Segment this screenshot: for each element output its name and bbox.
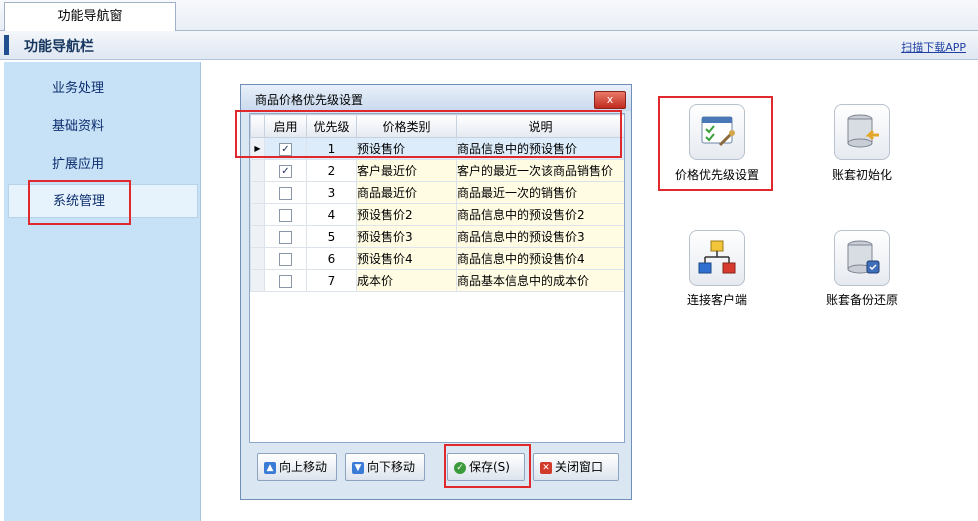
sidebar-item-basic-data[interactable]: 基础资料 [8, 110, 198, 144]
priority-cell: 4 [306, 203, 357, 226]
category-cell[interactable]: 预设售价2 [356, 203, 457, 226]
move-up-button[interactable]: ▲ 向上移动 [257, 453, 337, 481]
table-row[interactable]: 3 商品最近价 商品最近一次的销售价 [250, 181, 624, 204]
arrow-up-icon: ▲ [264, 461, 276, 474]
tab-strip: 功能导航窗 [0, 0, 978, 31]
description-cell[interactable]: 商品信息中的预设售价3 [456, 225, 624, 248]
highlight-box-price-priority [658, 96, 773, 191]
description-cell[interactable]: 商品信息中的预设售价2 [456, 203, 624, 226]
highlight-box-table-header [235, 110, 622, 158]
scan-download-app-link[interactable]: 扫描下载APP [901, 39, 966, 55]
category-cell[interactable]: 预设售价4 [356, 247, 457, 270]
table-row[interactable]: 7 成本价 商品基本信息中的成本价 [250, 269, 624, 292]
description-cell[interactable]: 商品最近一次的销售价 [456, 181, 624, 204]
close-window-label: 关闭窗口 [555, 460, 604, 474]
table-row[interactable]: 6 预设售价4 商品信息中的预设售价4 [250, 247, 624, 270]
highlight-box-save [444, 444, 531, 488]
nav-header: 功能导航栏 扫描下载APP [0, 31, 978, 60]
network-connect-label[interactable]: 连接客户端 [657, 291, 777, 308]
close-icon[interactable]: x [594, 91, 626, 109]
database-init-icon[interactable] [834, 104, 890, 160]
table-row[interactable]: ✓ 2 客户最近价 客户的最近一次该商品销售价 [250, 159, 624, 182]
highlight-box-sidebar [28, 180, 131, 225]
database-init-label[interactable]: 账套初始化 [802, 166, 922, 183]
database-backup-icon[interactable] [834, 230, 890, 286]
priority-cell: 3 [306, 181, 357, 204]
enabled-checkbox[interactable] [279, 252, 292, 266]
database-backup-svg [847, 240, 880, 274]
table-row[interactable]: 5 预设售价3 商品信息中的预设售价3 [250, 225, 624, 248]
description-cell[interactable]: 客户的最近一次该商品销售价 [456, 159, 624, 182]
tab-function-nav[interactable]: 功能导航窗 [4, 2, 176, 31]
move-down-label: 向下移动 [367, 460, 416, 474]
sidebar: 业务处理 基础资料 扩展应用 系统管理 [4, 62, 201, 521]
priority-cell: 6 [306, 247, 357, 270]
sidebar-item-business[interactable]: 业务处理 [8, 72, 198, 106]
network-connect-icon[interactable] [689, 230, 745, 286]
dialog-title: 商品价格优先级设置 [255, 93, 364, 107]
close-window-button[interactable]: ✕ 关闭窗口 [533, 453, 619, 481]
sidebar-item-extensions[interactable]: 扩展应用 [8, 148, 198, 182]
database-init-svg [847, 114, 879, 148]
database-backup-label[interactable]: 账套备份还原 [802, 291, 922, 308]
category-cell[interactable]: 成本价 [356, 269, 457, 292]
category-cell[interactable]: 预设售价3 [356, 225, 457, 248]
move-down-button[interactable]: ▼ 向下移动 [345, 453, 425, 481]
description-cell[interactable]: 商品信息中的预设售价4 [456, 247, 624, 270]
priority-cell: 5 [306, 225, 357, 248]
enabled-checkbox[interactable] [279, 186, 292, 200]
priority-cell: 7 [306, 269, 357, 292]
priority-cell: 2 [306, 159, 357, 182]
table-row[interactable]: 4 预设售价2 商品信息中的预设售价2 [250, 203, 624, 226]
network-connect-svg [698, 240, 736, 274]
priority-grid: 启用 优先级 价格类别 说明 ▶ ✓ 1 预设售价 商品信息中的预设售价 ✓ 2… [249, 113, 625, 443]
category-cell[interactable]: 商品最近价 [356, 181, 457, 204]
enabled-checkbox[interactable] [279, 230, 292, 244]
enabled-checkbox[interactable] [279, 208, 292, 222]
dialog-titlebar[interactable]: 商品价格优先级设置 x [241, 85, 631, 111]
header-title: 功能导航栏 [24, 39, 94, 55]
enabled-checkbox[interactable] [279, 274, 292, 288]
description-cell[interactable]: 商品基本信息中的成本价 [456, 269, 624, 292]
close-x-icon: ✕ [540, 461, 552, 474]
move-up-label: 向上移动 [279, 460, 328, 474]
header-accent-bar [4, 35, 9, 55]
arrow-down-icon: ▼ [352, 461, 364, 474]
category-cell[interactable]: 客户最近价 [356, 159, 457, 182]
enabled-checkbox[interactable]: ✓ [279, 164, 292, 178]
